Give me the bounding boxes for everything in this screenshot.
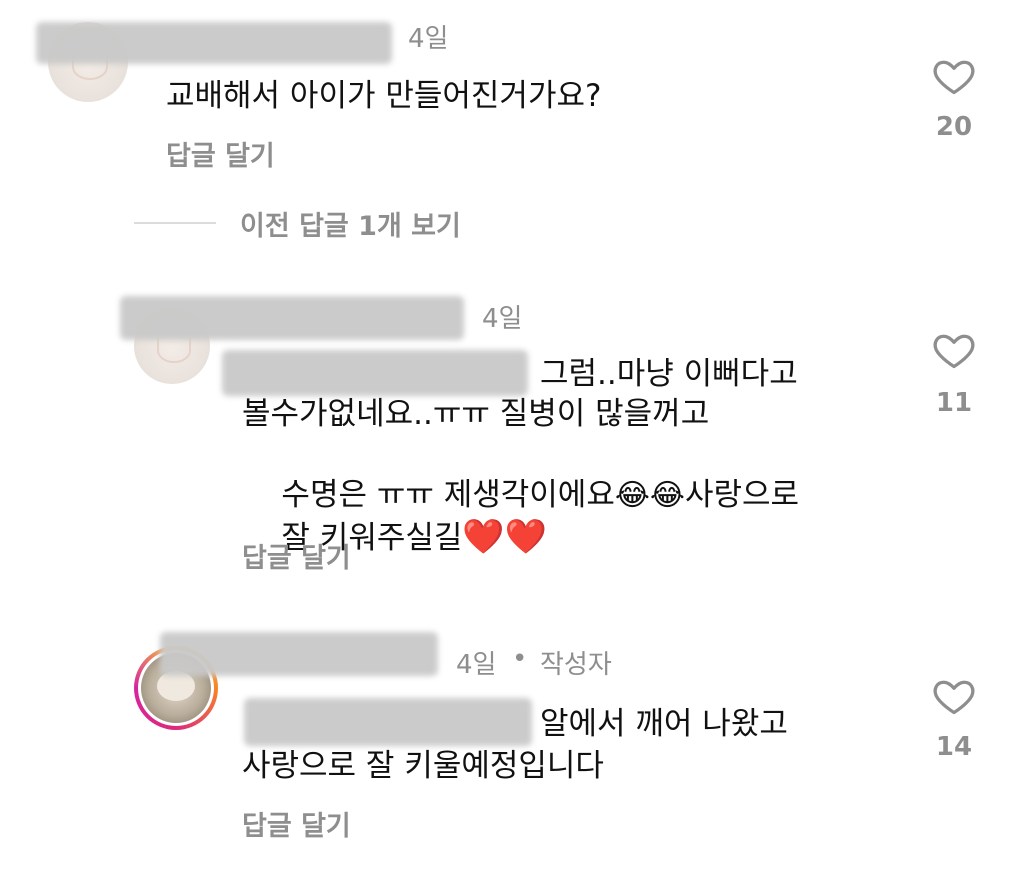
heart-outline-icon[interactable]	[932, 674, 976, 718]
reply-button[interactable]: 답글 달기	[242, 536, 351, 575]
heart-outline-icon[interactable]	[932, 54, 976, 98]
mention-redacted[interactable]	[244, 698, 532, 746]
avatar-image	[156, 338, 192, 364]
reply-text-line1: 알에서 깨어 나왔고	[540, 706, 788, 742]
reply-text-part: 사랑으로	[684, 477, 800, 513]
reply-button[interactable]: 답글 달기	[242, 804, 351, 843]
view-previous-replies[interactable]: 이전 답글 1개 보기	[134, 200, 554, 244]
reply-text-line2: 사랑으로 잘 키울예정입니다	[242, 748, 604, 784]
like-count: 20	[935, 112, 973, 142]
laughing-emoji: 😂😂	[614, 478, 685, 513]
heart-outline-icon[interactable]	[932, 328, 976, 372]
comment-text: 교배해서 아이가 만들어진거가요?	[166, 78, 602, 114]
author-badge: 작성자	[540, 650, 612, 680]
reply-text-line1: 그럼..마냥 이뻐다고	[540, 356, 798, 392]
mention-redacted[interactable]	[222, 350, 528, 396]
reply-time: 4일	[482, 304, 523, 334]
username-redacted[interactable]	[120, 296, 464, 340]
comment-1: 4일 교배해서 아이가 만들어진거가요? 답글 달기 20	[0, 0, 1024, 200]
reply-button[interactable]: 답글 달기	[166, 134, 275, 173]
reply-1: 4일 그럼..마냥 이뻐다고 볼수가없네요..ㅠㅠ 질병이 많을꺼고 수명은 ㅠ…	[0, 280, 1024, 580]
like-count: 11	[935, 388, 973, 418]
red-heart-emoji: ❤️❤️	[462, 517, 548, 557]
view-previous-label: 이전 답글 1개 보기	[240, 211, 461, 242]
like-count: 14	[935, 732, 973, 762]
thread-divider-line	[134, 222, 216, 224]
separator-dot: •	[512, 644, 528, 674]
reply-text-line2: 볼수가없네요..ㅠㅠ 질병이 많을꺼고	[242, 396, 710, 432]
username-redacted[interactable]	[36, 22, 392, 64]
comment-time: 4일	[408, 24, 449, 54]
reply-time: 4일	[456, 650, 497, 680]
reply-2: 4일 • 작성자 알에서 깨어 나왔고 사랑으로 잘 키울예정입니다 답글 달기…	[0, 620, 1024, 887]
username-redacted[interactable]	[160, 632, 438, 676]
